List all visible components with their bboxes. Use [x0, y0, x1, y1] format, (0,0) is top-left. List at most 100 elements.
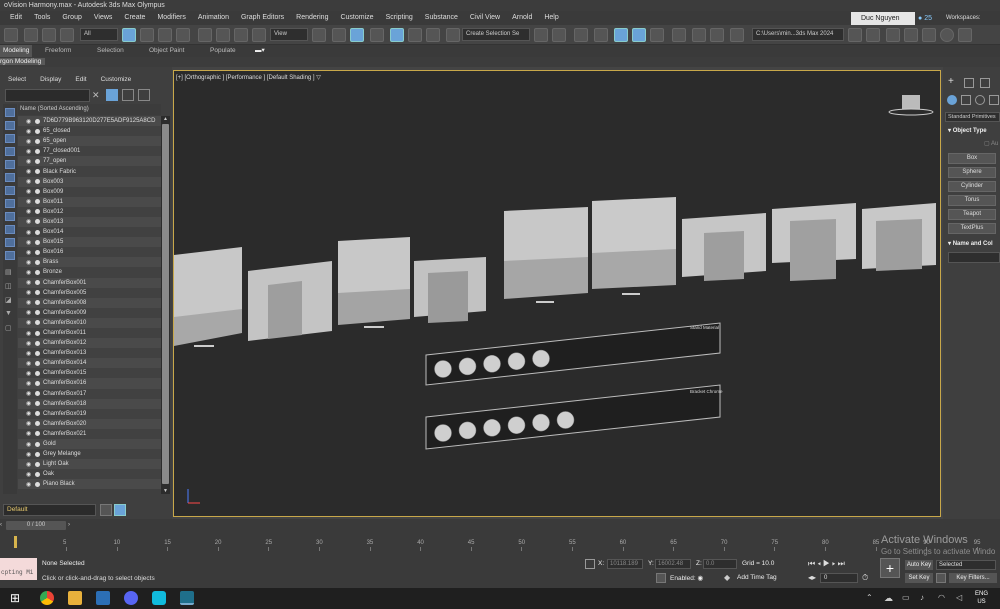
visibility-eye-icon[interactable]: ◉ [26, 430, 33, 437]
freeze-toggle-icon[interactable] [35, 441, 40, 447]
menu-modifiers[interactable]: Modifiers [151, 11, 191, 25]
time-config-icon[interactable]: ⏱ [862, 573, 868, 583]
onedrive-icon[interactable]: ☁ [884, 591, 898, 605]
display-geometry-icon[interactable] [5, 108, 15, 117]
freeze-toggle-icon[interactable] [35, 360, 40, 366]
display-icon[interactable]: ▭ [902, 591, 916, 605]
list-item[interactable]: ◉ Box013 [18, 216, 161, 228]
set-key-button[interactable]: Set Key [905, 573, 933, 583]
freeze-toggle-icon[interactable] [35, 431, 40, 437]
z-coordinate-field[interactable]: 0.0 [703, 559, 737, 569]
freeze-toggle-icon[interactable] [35, 189, 40, 195]
list-item[interactable]: ◉ Black Fabric [18, 166, 161, 177]
reference-coordinate-dropdown[interactable]: View [270, 28, 308, 41]
menu-group[interactable]: Group [56, 11, 87, 25]
list-item[interactable]: ◉ ChamferBox005 [18, 287, 161, 298]
primitive-category-dropdown[interactable]: Standard Primitives [945, 112, 1000, 122]
freeze-toggle-icon[interactable] [35, 481, 40, 487]
viewport-label-menu[interactable]: [+] [Orthographic ] [Performance ] [Defa… [176, 74, 321, 81]
list-item[interactable]: ◉ 7D6D779B963120D277E5ADF9125A8CD [18, 116, 161, 127]
freeze-toggle-icon[interactable] [35, 138, 40, 144]
menu-rendering[interactable]: Rendering [290, 11, 334, 25]
list-item[interactable]: ◉ Box009 [18, 186, 161, 197]
display-none-icon[interactable]: ◫ [5, 282, 15, 291]
tab-selection[interactable]: Selection [97, 45, 124, 57]
arnold-settings-icon[interactable] [922, 28, 936, 42]
auto-key-button[interactable]: Auto Key [905, 560, 933, 570]
arnold-render-icon[interactable] [886, 28, 900, 42]
spinner-snap-icon[interactable] [426, 28, 440, 42]
list-item[interactable]: ◉ ChamferBox019 [18, 408, 161, 419]
display-hidden-icon[interactable] [5, 251, 15, 260]
visibility-eye-icon[interactable]: ◉ [26, 279, 33, 286]
menu-civil-view[interactable]: Civil View [464, 11, 506, 25]
window-crossing-icon[interactable] [176, 28, 190, 42]
mic-icon[interactable]: ♪ [920, 591, 934, 605]
chrome-icon[interactable] [40, 591, 54, 605]
bind-space-warp-icon[interactable] [60, 28, 74, 42]
visibility-eye-icon[interactable]: ◉ [26, 138, 33, 145]
display-space-warps-icon[interactable] [5, 173, 15, 182]
lights-category-icon[interactable] [975, 95, 985, 105]
freeze-toggle-icon[interactable] [35, 290, 40, 296]
visibility-eye-icon[interactable]: ◉ [26, 330, 33, 337]
freeze-toggle-icon[interactable] [35, 249, 40, 255]
torus-button[interactable]: Torus [948, 195, 996, 206]
visibility-eye-icon[interactable]: ◉ [26, 420, 33, 427]
freeze-toggle-icon[interactable] [35, 471, 40, 477]
visibility-eye-icon[interactable]: ◉ [26, 259, 33, 266]
3ds-max-taskbar-icon[interactable] [180, 591, 194, 605]
list-item[interactable]: ◉ Gold [18, 439, 161, 450]
lock-icon[interactable]: ▢ [5, 324, 15, 333]
visibility-eye-icon[interactable]: ◉ [26, 178, 33, 185]
set-keys-icon[interactable]: + [880, 558, 900, 578]
list-item[interactable]: ◉ 65_open [18, 136, 161, 147]
scroll-up-icon[interactable]: ▲ [163, 116, 168, 122]
hierarchy-tab-icon[interactable] [980, 78, 990, 88]
current-frame-field[interactable]: 0 [820, 573, 858, 583]
curve-editor-icon[interactable] [632, 28, 646, 42]
toggle-layer-explorer-icon[interactable] [594, 28, 608, 42]
maxscript-listener[interactable]: cpting Mi [0, 558, 37, 580]
y-coordinate-field[interactable]: 16002.48 [655, 559, 691, 569]
volume-icon[interactable]: ◁ [956, 591, 970, 605]
list-item[interactable]: ◉ Box016 [18, 247, 161, 258]
display-lights-icon[interactable] [5, 134, 15, 143]
freeze-toggle-icon[interactable] [35, 461, 40, 467]
arnold-ipr-icon[interactable] [904, 28, 918, 42]
visibility-eye-icon[interactable]: ◉ [26, 188, 33, 195]
list-item[interactable]: ◉ Box014 [18, 227, 161, 238]
freeze-toggle-icon[interactable] [35, 330, 40, 336]
hierarchy-icon[interactable] [122, 89, 134, 101]
layer-dropdown[interactable]: Default [3, 504, 96, 516]
key-filters-button[interactable]: Key Filters... [949, 573, 997, 583]
visibility-eye-icon[interactable]: ◉ [26, 168, 33, 175]
visibility-eye-icon[interactable]: ◉ [26, 128, 33, 135]
file-explorer-icon[interactable] [68, 591, 82, 605]
display-helpers-icon[interactable] [5, 160, 15, 169]
freeze-toggle-icon[interactable] [35, 158, 40, 164]
freeze-toggle-icon[interactable] [35, 411, 40, 417]
tab-object-paint[interactable]: Object Paint [149, 45, 184, 57]
menu-arnold[interactable]: Arnold [506, 11, 538, 25]
perspective-viewport[interactable]: Stand Material Bracket Chrome [173, 70, 941, 517]
time-slider-next-icon[interactable]: › [68, 522, 70, 528]
list-item[interactable]: ◉ Piano Black [18, 479, 161, 490]
visibility-eye-icon[interactable]: ◉ [26, 400, 33, 407]
menu-help[interactable]: Help [538, 11, 564, 25]
freeze-toggle-icon[interactable] [35, 401, 40, 407]
list-item[interactable]: ◉ Grey Melange [18, 449, 161, 460]
list-item[interactable]: ◉ 77_closed001 [18, 146, 161, 157]
list-item[interactable]: ◉ ChamferBox014 [18, 358, 161, 369]
visibility-eye-icon[interactable]: ◉ [26, 148, 33, 155]
display-shapes-icon[interactable] [5, 121, 15, 130]
app-icon[interactable] [152, 591, 166, 605]
toggle-scene-explorer-icon[interactable] [574, 28, 588, 42]
freeze-toggle-icon[interactable] [35, 169, 40, 175]
select-by-name-icon[interactable] [140, 28, 154, 42]
freeze-toggle-icon[interactable] [35, 259, 40, 265]
visibility-eye-icon[interactable]: ◉ [26, 319, 33, 326]
visibility-eye-icon[interactable]: ◉ [26, 461, 33, 468]
time-slider-prev-icon[interactable]: ‹ [0, 522, 2, 528]
add-time-tag[interactable]: Add Time Tag [737, 574, 777, 581]
